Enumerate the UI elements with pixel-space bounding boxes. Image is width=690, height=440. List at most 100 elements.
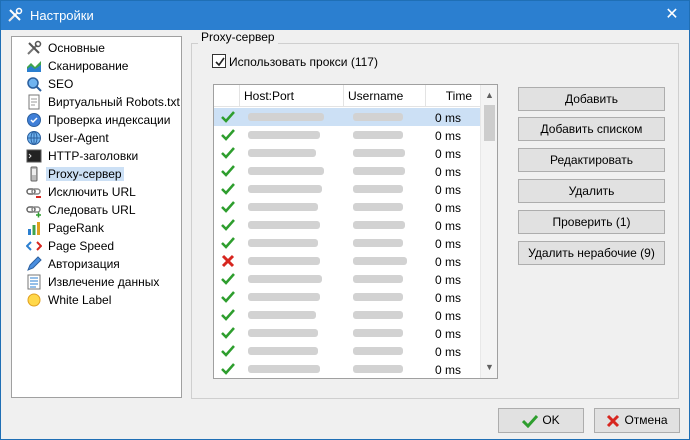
tree-item-label: Proxy-сервер	[46, 167, 124, 181]
table-row[interactable]: 0 ms	[214, 126, 482, 144]
bars-icon	[28, 222, 40, 235]
tree-item[interactable]: Проверка индексации	[26, 111, 181, 129]
tree-item[interactable]: PageRank	[26, 219, 181, 237]
tools-icon	[8, 7, 23, 22]
link-minus-icon	[26, 188, 41, 198]
table-row[interactable]: 0 ms	[214, 288, 482, 306]
window-title: Настройки	[30, 8, 94, 23]
table-row[interactable]: 0 ms	[214, 324, 482, 342]
host-port-cell	[248, 167, 324, 175]
edit-button[interactable]: Редактировать	[518, 148, 665, 172]
tree-item[interactable]: Исключить URL	[26, 183, 181, 201]
table-row[interactable]: 0 ms	[214, 234, 482, 252]
time-cell: 0 ms	[435, 129, 462, 143]
green-check-icon	[221, 129, 235, 141]
vertical-scrollbar[interactable]: ▲ ▼	[480, 85, 497, 378]
tree-item[interactable]: Извлечение данных	[26, 273, 181, 291]
username-cell	[353, 329, 403, 337]
tree-item[interactable]: Page Speed	[26, 237, 181, 255]
tree-item-label: Сканирование	[48, 59, 129, 73]
terminal-icon	[26, 149, 42, 163]
status-column-header	[214, 85, 240, 107]
green-check-icon	[221, 111, 235, 123]
tree-item-label: Проверка индексации	[48, 113, 171, 127]
tree-item[interactable]: SEO	[26, 75, 181, 93]
table-row[interactable]: 0 ms	[214, 198, 482, 216]
tree-item-label: Исключить URL	[48, 185, 136, 199]
table-row[interactable]: 0 ms	[214, 306, 482, 324]
scroll-up-icon[interactable]: ▲	[485, 91, 494, 100]
tree-item[interactable]: Следовать URL	[26, 201, 181, 219]
tree-item[interactable]: HTTP-заголовки	[26, 147, 181, 165]
column-header-host[interactable]: Host:Port	[240, 85, 344, 107]
table-row[interactable]: 0 ms	[214, 360, 482, 378]
tree-item[interactable]: White Label	[26, 291, 181, 309]
username-cell	[353, 257, 407, 265]
check-button[interactable]: Проверить (1)	[518, 210, 665, 234]
time-cell: 0 ms	[435, 345, 462, 359]
proxy-table: Host:Port Username Time 0 ms 0 ms 0 ms 0 ms…	[213, 84, 498, 379]
host-port-cell	[248, 239, 318, 247]
green-check-icon	[221, 165, 235, 177]
table-row[interactable]: 0 ms	[214, 108, 482, 126]
green-check-icon	[221, 327, 235, 339]
tree-item-label: User-Agent	[48, 131, 109, 145]
link-plus-icon	[26, 206, 41, 218]
ok-button[interactable]: OK	[498, 408, 584, 433]
tree-item[interactable]: Сканирование	[26, 57, 181, 75]
use-proxy-checkbox[interactable]	[212, 54, 226, 68]
time-cell: 0 ms	[435, 327, 462, 341]
sun-icon	[27, 293, 41, 307]
host-port-cell	[248, 131, 320, 139]
tools-icon	[27, 40, 42, 55]
group-title: Proxy-сервер	[198, 30, 278, 44]
cancel-button[interactable]: Отмена	[594, 408, 680, 433]
table-row[interactable]: 0 ms	[214, 162, 482, 180]
red-cross-icon	[221, 254, 235, 268]
time-cell: 0 ms	[435, 165, 462, 179]
table-row[interactable]: 0 ms	[214, 180, 482, 198]
add-list-button[interactable]: Добавить списком	[518, 117, 665, 141]
checkmark-icon	[215, 57, 225, 67]
blue-circle-icon	[27, 113, 41, 127]
title-bar: Настройки ✕	[1, 1, 689, 30]
username-cell	[353, 167, 405, 175]
table-row[interactable]: 0 ms	[214, 144, 482, 162]
host-port-cell	[248, 113, 324, 121]
username-cell	[353, 239, 403, 247]
green-check-icon	[221, 345, 235, 357]
username-cell	[353, 311, 403, 319]
tree-item[interactable]: Proxy-сервер	[26, 165, 181, 183]
tree-item[interactable]: Виртуальный Robots.txt	[26, 93, 181, 111]
cancel-label: Отмена	[624, 413, 668, 427]
green-check-icon	[221, 201, 235, 213]
close-icon[interactable]: ✕	[663, 6, 681, 24]
tree-item-label: Авторизация	[48, 257, 120, 271]
globe-icon	[27, 131, 41, 145]
host-port-cell	[248, 257, 320, 265]
delete-bad-button[interactable]: Удалить нерабочие (9)	[518, 241, 665, 265]
time-cell: 0 ms	[435, 147, 462, 161]
scroll-thumb[interactable]	[484, 105, 495, 141]
table-row[interactable]: 0 ms	[214, 216, 482, 234]
add-button[interactable]: Добавить	[518, 87, 665, 111]
table-row[interactable]: 0 ms	[214, 270, 482, 288]
time-cell: 0 ms	[435, 309, 462, 323]
username-cell	[353, 275, 403, 283]
table-row[interactable]: 0 ms	[214, 252, 482, 270]
time-cell: 0 ms	[435, 201, 462, 215]
tree-item[interactable]: User-Agent	[26, 129, 181, 147]
delete-button[interactable]: Удалить	[518, 179, 665, 203]
use-proxy-label[interactable]: Использовать прокси (117)	[229, 55, 378, 69]
table-row[interactable]: 0 ms	[214, 342, 482, 360]
username-cell	[353, 131, 403, 139]
time-cell: 0 ms	[435, 183, 462, 197]
tree-item[interactable]: Основные	[26, 39, 181, 57]
column-header-username[interactable]: Username	[344, 85, 426, 107]
scroll-down-icon[interactable]: ▼	[485, 363, 494, 372]
table-header: Host:Port Username Time	[214, 85, 482, 107]
column-header-time[interactable]: Time	[426, 85, 482, 107]
ok-label: OK	[542, 413, 560, 427]
host-port-cell	[248, 365, 320, 373]
tree-item[interactable]: Авторизация	[26, 255, 181, 273]
